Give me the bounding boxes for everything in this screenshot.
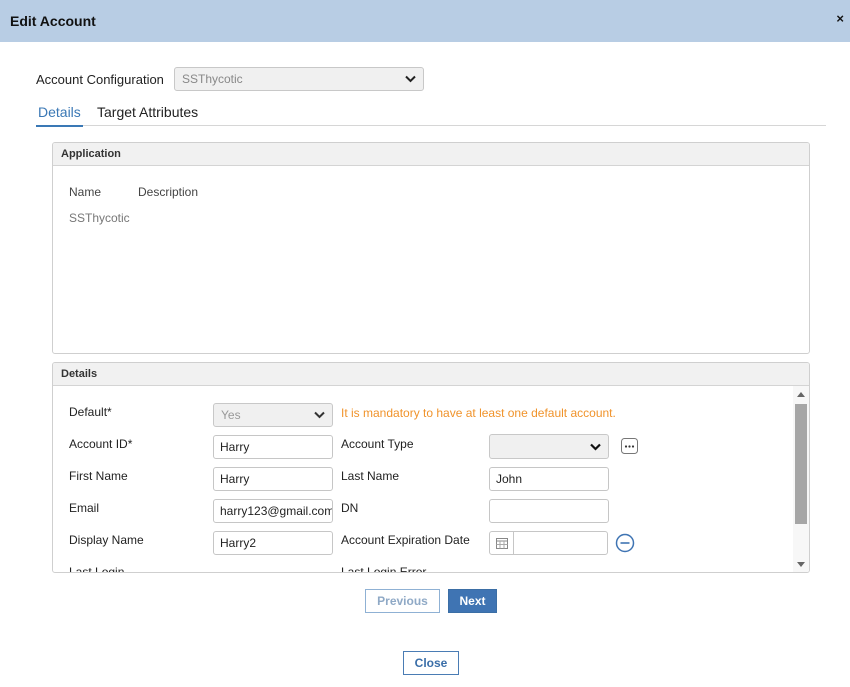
- account-expiration-input[interactable]: [489, 531, 608, 555]
- display-name-label: Display Name: [69, 533, 144, 547]
- tab-details[interactable]: Details: [36, 104, 83, 127]
- email-label: Email: [69, 501, 100, 515]
- chevron-down-icon: [314, 411, 325, 419]
- email-input[interactable]: harry123@gmail.com: [213, 499, 333, 523]
- display-name-input[interactable]: Harry2: [213, 531, 333, 555]
- account-configuration-value: SSThycotic: [182, 72, 243, 86]
- chevron-down-icon: [590, 443, 601, 451]
- last-login-label: Last Login: [69, 565, 125, 573]
- previous-button[interactable]: Previous: [365, 589, 440, 613]
- details-panel-header: Details: [53, 363, 809, 386]
- close-button[interactable]: Close: [403, 651, 459, 675]
- next-button[interactable]: Next: [448, 589, 497, 613]
- default-warning: It is mandatory to have at least one def…: [341, 406, 616, 420]
- scroll-down-arrow-icon[interactable]: [797, 562, 805, 567]
- dn-input[interactable]: [489, 499, 609, 523]
- calendar-button[interactable]: [490, 532, 514, 554]
- details-scrollbar[interactable]: [793, 386, 809, 572]
- calendar-icon: [496, 538, 508, 549]
- account-id-label: Account ID*: [69, 437, 133, 451]
- last-name-input[interactable]: John: [489, 467, 609, 491]
- clear-date-icon[interactable]: [615, 533, 635, 553]
- first-name-input[interactable]: Harry: [213, 467, 333, 491]
- application-row-name[interactable]: SSThycotic: [69, 211, 130, 225]
- chevron-down-icon: [405, 75, 416, 83]
- more-options-icon[interactable]: [621, 438, 639, 455]
- close-icon[interactable]: ×: [836, 11, 844, 26]
- edit-account-dialog: Edit Account × Account Configuration SST…: [0, 0, 850, 687]
- scroll-up-arrow-icon[interactable]: [797, 392, 805, 397]
- dn-label: DN: [341, 501, 359, 515]
- column-header-description: Description: [138, 185, 199, 199]
- application-panel-header: Application: [53, 143, 809, 166]
- column-header-name: Name: [69, 185, 102, 199]
- account-expiration-label: Account Expiration Date: [341, 533, 470, 547]
- tab-target-attributes[interactable]: Target Attributes: [97, 104, 198, 120]
- account-configuration-label: Account Configuration: [36, 72, 164, 87]
- default-select[interactable]: Yes: [213, 403, 333, 427]
- last-login-error-label: Last Login Error: [341, 565, 427, 573]
- application-panel: Application Name Description SSThycotic: [52, 142, 810, 354]
- default-label: Default*: [69, 405, 112, 419]
- account-configuration-select[interactable]: SSThycotic: [174, 67, 424, 91]
- first-name-label: First Name: [69, 469, 128, 483]
- tab-bar: Details Target Attributes: [36, 100, 826, 127]
- dialog-title: Edit Account: [10, 13, 96, 29]
- dialog-titlebar: Edit Account ×: [0, 0, 850, 42]
- account-type-select[interactable]: [489, 434, 609, 459]
- last-name-label: Last Name: [341, 469, 400, 483]
- account-id-input[interactable]: Harry: [213, 435, 333, 459]
- scroll-thumb[interactable]: [795, 404, 807, 524]
- details-panel: Details Default* Yes It is mandatory to …: [52, 362, 810, 573]
- default-value: Yes: [221, 408, 241, 422]
- account-type-label: Account Type: [341, 437, 414, 451]
